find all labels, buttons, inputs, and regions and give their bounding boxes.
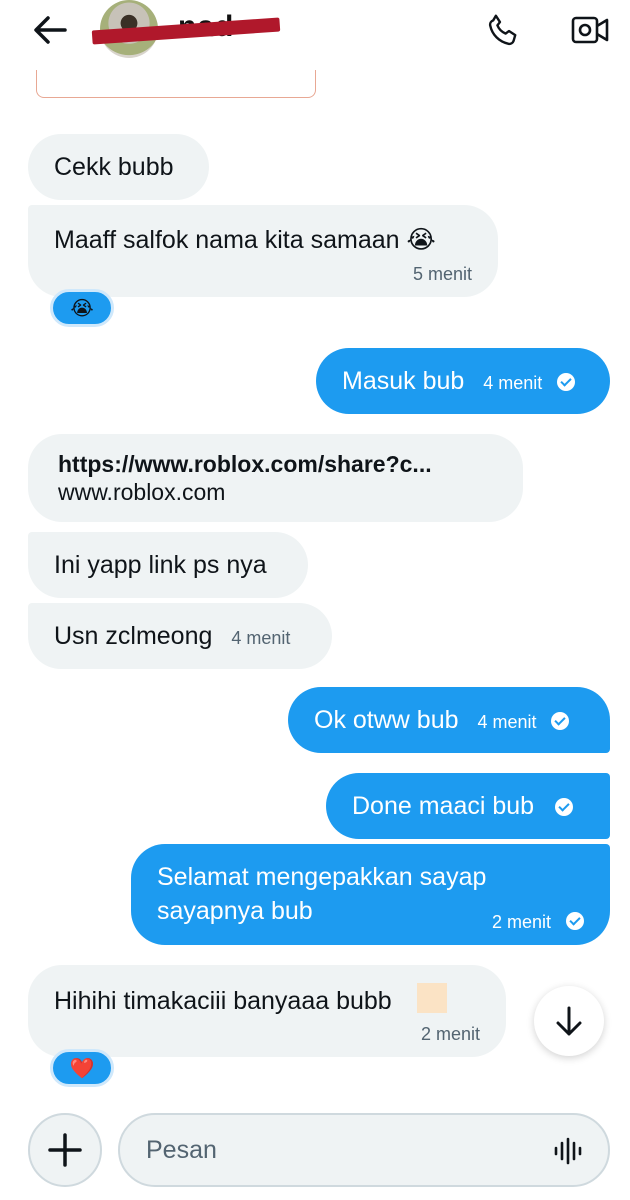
read-check-icon: [555, 798, 574, 816]
back-button[interactable]: [30, 12, 70, 48]
video-camera-icon: [571, 16, 609, 44]
message-text: Ini yapp link ps nya: [54, 551, 267, 579]
plus-icon: [48, 1133, 82, 1167]
message-incoming[interactable]: Ini yapp link ps nya: [28, 532, 308, 598]
message-text: Maaff salfok nama kita samaan 😭: [54, 226, 436, 254]
chat-header: nad: [0, 0, 630, 64]
reaction-badge[interactable]: ❤️: [50, 1049, 114, 1087]
message-text: Done maaci bub: [352, 792, 535, 820]
message-incoming[interactable]: Cekk bubb: [28, 134, 209, 200]
message-text: Ok otww bub: [314, 706, 459, 734]
link-domain: www.roblox.com: [58, 479, 226, 505]
previous-card-edge: [36, 70, 316, 98]
message-input[interactable]: [146, 1115, 526, 1185]
call-button[interactable]: [484, 10, 524, 50]
message-outgoing[interactable]: Masuk bub 4 menit: [316, 348, 610, 414]
message-time: 2 menit: [420, 1024, 480, 1044]
phone-icon: [488, 14, 517, 46]
message-text-line: Selamat mengepakkan sayap: [157, 863, 487, 891]
video-call-button[interactable]: [568, 10, 612, 50]
arrow-left-icon: [34, 16, 67, 44]
voice-wave-icon: [554, 1137, 582, 1165]
message-text: Usn zclmeong: [54, 622, 213, 650]
read-check-icon: [566, 912, 584, 930]
arrow-down-icon: [556, 1006, 582, 1036]
link-message[interactable]: https://www.roblox.com/share?c... www.ro…: [28, 434, 523, 522]
message-outgoing[interactable]: Ok otww bub 4 menit: [288, 687, 610, 753]
message-incoming[interactable]: Usn zclmeong 4 menit: [28, 603, 332, 669]
add-attachment-button[interactable]: [28, 1113, 102, 1187]
scroll-to-bottom-button[interactable]: [534, 986, 604, 1056]
message-composer[interactable]: [118, 1113, 610, 1187]
read-check-icon: [557, 373, 576, 391]
message-meta: 2 menit: [492, 903, 584, 939]
link-url[interactable]: https://www.roblox.com/share?c...: [58, 450, 493, 478]
message-text: Cekk bubb: [54, 153, 174, 181]
message-incoming[interactable]: Maaff salfok nama kita samaan 😭 5 menit: [28, 205, 498, 297]
message-time: 4 menit: [477, 712, 537, 732]
voice-message-button[interactable]: [552, 1135, 584, 1167]
message-time: 4 menit: [231, 628, 291, 648]
emoji-placeholder: [416, 983, 447, 1013]
message-outgoing[interactable]: Selamat mengepakkan sayap sayapnya bub 2…: [131, 844, 610, 945]
reaction-badge[interactable]: 😭: [50, 289, 114, 327]
message-text: Masuk bub: [342, 367, 465, 395]
message-text: Hihihi timakaciii banyaaa bubb: [54, 987, 392, 1015]
read-check-icon: [551, 712, 570, 730]
message-time: 4 menit: [483, 373, 543, 393]
message-time: 2 menit: [492, 912, 552, 932]
message-incoming[interactable]: Hihihi timakaciii banyaaa bubb 2 menit: [28, 965, 506, 1057]
message-outgoing[interactable]: Done maaci bub: [326, 773, 610, 839]
message-time: 5 menit: [412, 264, 472, 284]
